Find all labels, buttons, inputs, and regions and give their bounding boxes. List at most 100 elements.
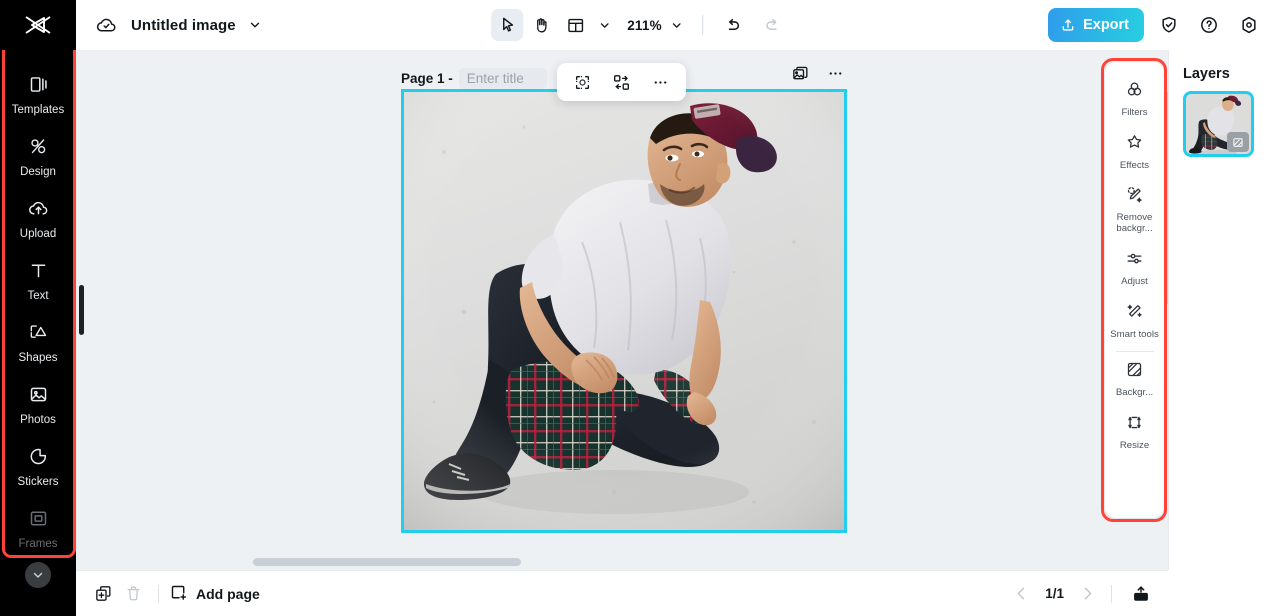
share-export-icon[interactable] [1126, 579, 1156, 609]
chevron-right-icon[interactable] [1078, 584, 1097, 603]
tool-label: Remove backgr... [1116, 212, 1153, 235]
sidebar-item-label: Stickers [17, 475, 59, 488]
tool-remove-background[interactable]: Remove backgr... [1105, 179, 1164, 242]
image-floating-toolbar [557, 63, 686, 101]
help-circle-icon[interactable] [1194, 10, 1224, 40]
design-icon [28, 136, 49, 162]
shapes-icon [28, 322, 49, 348]
cutout-tool[interactable] [568, 67, 598, 97]
zoom-chevron-down-icon[interactable] [666, 10, 688, 40]
page-canvas[interactable] [401, 89, 847, 533]
canvas-horizontal-scrollbar[interactable] [76, 558, 1168, 566]
sidebar-item-label: Shapes [18, 351, 58, 364]
center-toolbar: 211% [491, 0, 789, 50]
text-icon [28, 260, 49, 286]
tool-filters[interactable]: Filters [1105, 74, 1164, 127]
frames-icon [28, 508, 49, 534]
sidebar-item-templates[interactable]: Templates [0, 64, 76, 126]
photos-icon [28, 384, 49, 410]
duplicate-image-icon[interactable] [791, 64, 810, 83]
hand-tool[interactable] [525, 9, 557, 41]
tool-label: Filters [1121, 107, 1148, 118]
layer-item[interactable] [1183, 91, 1254, 157]
layout-chevron-down-icon[interactable] [593, 10, 615, 40]
export-button[interactable]: Export [1048, 8, 1144, 42]
tool-smart-tools[interactable]: Smart tools [1105, 296, 1164, 349]
delete-page-icon[interactable] [118, 579, 148, 609]
shield-check-icon[interactable] [1154, 10, 1184, 40]
top-bar: Untitled image 211% Export [0, 0, 1280, 50]
upload-cloud-icon [28, 198, 49, 224]
scrollbar-thumb[interactable] [253, 558, 521, 566]
sidebar-item-upload[interactable]: Upload [0, 188, 76, 250]
smart-tools-icon [1125, 302, 1144, 326]
tool-background[interactable]: Backgr... [1105, 354, 1164, 407]
sidebar-item-stickers[interactable]: Stickers [0, 436, 76, 498]
chevron-down-icon[interactable] [248, 18, 262, 32]
tool-adjust[interactable]: Adjust [1105, 243, 1164, 296]
capcut-image-editor: Untitled image 211% Export Templates Des… [0, 0, 1280, 616]
layer-type-badge [1227, 132, 1249, 152]
bottom-bar: Add page 1/1 [76, 570, 1168, 616]
add-page-icon [169, 583, 188, 605]
stickers-icon [28, 446, 49, 472]
sidebar-item-shapes[interactable]: Shapes [0, 312, 76, 374]
settings-gear-icon[interactable] [1234, 10, 1264, 40]
document-title[interactable]: Untitled image [131, 17, 236, 34]
redo-button[interactable] [757, 9, 789, 41]
layout-tool[interactable] [559, 9, 591, 41]
tool-label: Adjust [1121, 275, 1148, 287]
tool-resize[interactable]: Resize [1105, 407, 1164, 460]
cloud-saved-icon [96, 15, 117, 36]
layers-title: Layers [1183, 66, 1230, 82]
sidebar-item-label: Frames [18, 537, 58, 550]
sidebar-item-label: Upload [19, 227, 57, 240]
export-label: Export [1083, 17, 1129, 33]
tool-effects[interactable]: Effects [1105, 127, 1164, 180]
page-title-input[interactable] [458, 68, 547, 89]
sidebar-item-photos[interactable]: Photos [0, 374, 76, 436]
page-counter: 1/1 [1045, 586, 1064, 601]
replace-tool[interactable] [607, 67, 637, 97]
more-tools[interactable] [646, 67, 676, 97]
tool-label: Resize [1119, 440, 1150, 452]
panel-divider [1115, 351, 1154, 353]
remove-background-icon [1125, 185, 1144, 209]
zoom-level[interactable]: 211% [617, 18, 664, 33]
sidebar-item-design[interactable]: Design [0, 126, 76, 188]
select-tool[interactable] [491, 9, 524, 41]
layers-panel-footer [1168, 570, 1280, 616]
sidebar-item-text[interactable]: Text [0, 250, 76, 312]
canvas-scroll-region: Page 1 - [76, 50, 1168, 580]
adjust-icon [1125, 249, 1144, 273]
sidebar-expand-chevron-down-icon[interactable] [25, 562, 51, 588]
toolbar-divider [701, 15, 703, 35]
add-page-button[interactable]: Add page [169, 583, 260, 605]
capcut-logo[interactable] [0, 0, 76, 50]
page-number-label: Page 1 - [401, 71, 453, 86]
bottom-divider [158, 584, 159, 603]
layers-panel: Layers [1168, 50, 1280, 616]
chevron-left-icon[interactable] [1012, 584, 1031, 603]
filters-icon [1125, 80, 1144, 104]
add-page-label: Add page [196, 585, 260, 602]
sidebar-resize-handle[interactable] [79, 285, 84, 335]
bottom-divider-2 [1111, 584, 1112, 603]
image-tools-panel: Filters Effects Remove backgr... Adjust [1105, 62, 1164, 518]
canvas-workspace: Page 1 - [76, 50, 1168, 616]
resize-icon [1125, 413, 1144, 437]
tool-label: Effects [1119, 159, 1150, 171]
effects-icon [1125, 133, 1144, 157]
page-navigation: 1/1 [1012, 579, 1168, 609]
duplicate-page-icon[interactable] [88, 579, 118, 609]
sidebar-item-label: Templates [11, 103, 65, 116]
page-label-row: Page 1 - [401, 68, 547, 89]
top-bar-right: Export [1048, 0, 1264, 50]
background-icon [1125, 360, 1144, 384]
sidebar-item-label: Design [20, 165, 56, 178]
undo-button[interactable] [717, 9, 749, 41]
more-options-icon[interactable] [826, 64, 845, 83]
canvas-photo-man-kneeling[interactable] [404, 92, 844, 530]
sidebar-item-frames[interactable]: Frames [0, 498, 76, 560]
tool-label: Backgr... [1115, 387, 1154, 399]
